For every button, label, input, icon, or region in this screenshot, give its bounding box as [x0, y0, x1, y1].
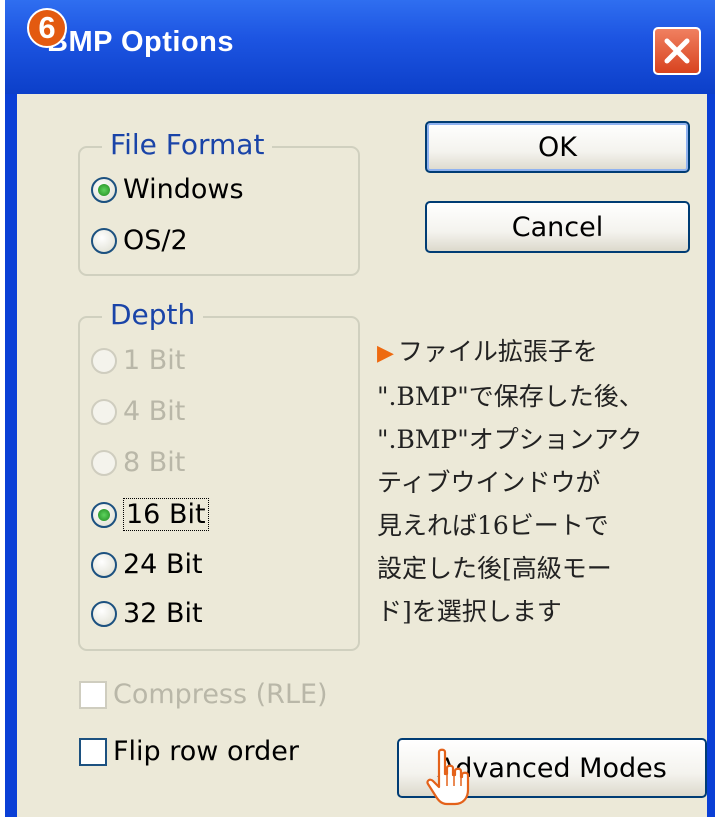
annotation-line: ▶ ファイル拡張子を — [377, 330, 677, 375]
checkbox-box — [79, 680, 107, 709]
radio-circle — [91, 176, 117, 203]
title-bar[interactable]: BMP Options 6 — [5, 0, 715, 94]
flip-row-order-checkbox[interactable]: Flip row order — [79, 736, 299, 767]
checkbox-box — [79, 737, 107, 766]
annotation-line: ド]を選択します — [377, 597, 562, 626]
radio-circle — [91, 347, 117, 374]
radio-selected-dot — [98, 183, 110, 196]
close-icon — [664, 38, 690, 64]
radio-24-bit[interactable]: 24 Bit — [91, 549, 203, 580]
compress-rle-checkbox[interactable]: Compress (RLE) — [79, 679, 328, 710]
file-format-legend: File Format — [102, 128, 273, 161]
annotation-line-text: ファイル拡張子を — [397, 337, 598, 366]
radio-circle — [91, 501, 117, 528]
radio-24-bit-label: 24 Bit — [123, 549, 203, 580]
close-button[interactable] — [653, 27, 701, 75]
step-badge: 6 — [27, 8, 67, 48]
annotation-line: ".BMP"オプションアク — [377, 425, 643, 454]
file-format-group: File Format — [78, 128, 360, 276]
ok-button[interactable]: OK — [425, 121, 690, 173]
triangle-right-icon: ▶ — [377, 341, 394, 366]
radio-1-bit[interactable]: 1 Bit — [91, 345, 185, 376]
radio-4-bit[interactable]: 4 Bit — [91, 396, 185, 427]
radio-circle — [91, 398, 117, 425]
radio-32-bit-label: 32 Bit — [123, 598, 203, 629]
annotation-line: 設定した後[高級モー — [377, 554, 612, 583]
radio-windows-label: Windows — [123, 174, 244, 205]
radio-1-bit-label: 1 Bit — [123, 345, 186, 376]
radio-32-bit[interactable]: 32 Bit — [91, 598, 203, 629]
dialog-title: BMP Options — [47, 26, 235, 58]
radio-os2-label: OS/2 — [123, 225, 188, 256]
flip-row-order-label: Flip row order — [113, 736, 299, 767]
annotation-line: ".BMP"で保存した後、 — [377, 382, 644, 411]
radio-circle — [91, 449, 117, 476]
hand-pointer-icon — [426, 748, 470, 806]
radio-4-bit-label: 4 Bit — [123, 396, 186, 427]
bmp-options-dialog: BMP Options 6 File Format Windows OS/2 D… — [5, 0, 715, 817]
compress-rle-label: Compress (RLE) — [113, 679, 328, 710]
radio-windows[interactable]: Windows — [91, 174, 244, 205]
radio-circle — [91, 227, 117, 254]
radio-circle — [91, 600, 117, 627]
annotation-line: 見えれば16ビートで — [377, 511, 609, 540]
depth-legend: Depth — [102, 298, 204, 331]
annotation-line: ティブウインドウが — [377, 468, 601, 497]
radio-16-bit[interactable]: 16 Bit — [91, 498, 209, 531]
radio-16-bit-label: 16 Bit — [123, 498, 209, 531]
radio-os2[interactable]: OS/2 — [91, 225, 188, 256]
annotation-note: ▶ ファイル拡張子を ".BMP"で保存した後、 ".BMP"オプションアク ティ… — [377, 330, 677, 633]
radio-8-bit-label: 8 Bit — [123, 447, 186, 478]
radio-8-bit[interactable]: 8 Bit — [91, 447, 185, 478]
radio-selected-dot — [98, 508, 110, 521]
cancel-button[interactable]: Cancel — [425, 201, 690, 253]
radio-circle — [91, 551, 117, 578]
